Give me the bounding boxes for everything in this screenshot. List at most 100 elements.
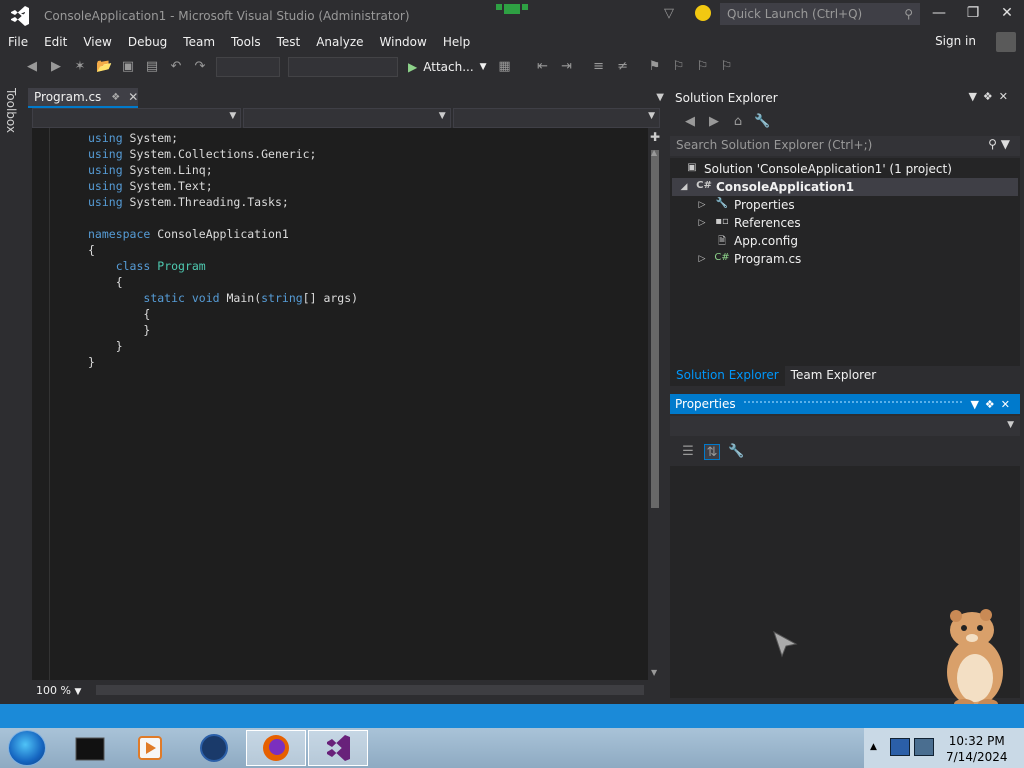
navigate-back-icon[interactable]: ◀ xyxy=(24,59,40,75)
back-icon[interactable]: ◀ xyxy=(682,114,698,130)
code-token: void xyxy=(191,291,220,305)
scroll-down-icon[interactable]: ▼ xyxy=(651,668,657,677)
navigate-forward-icon[interactable]: ▶ xyxy=(48,59,64,75)
menu-tools[interactable]: Tools xyxy=(223,35,269,49)
tab-program-cs[interactable]: Program.cs ❖ ✕ xyxy=(28,88,138,108)
clear-bookmarks-icon[interactable]: ⚐ xyxy=(719,59,735,75)
code-line: } xyxy=(88,338,358,354)
solution-configuration-combo[interactable] xyxy=(216,57,280,77)
close-icon[interactable]: ✕ xyxy=(128,90,138,104)
tree-item-app-config[interactable]: 🗎 App.config xyxy=(714,232,798,250)
menu-edit[interactable]: Edit xyxy=(36,35,75,49)
taskbar-clock[interactable]: 10:32 PM 7/14/2024 xyxy=(946,733,1008,765)
solution-platform-combo[interactable] xyxy=(288,57,398,77)
csharp-file-icon: C# xyxy=(714,252,730,263)
code-text[interactable]: using System; using System.Collections.Ge… xyxy=(88,130,358,370)
code-token: using xyxy=(88,179,123,193)
tree-item-solution[interactable]: ▣ Solution 'ConsoleApplication1' (1 proj… xyxy=(684,160,952,178)
feedback-smiley-icon[interactable] xyxy=(695,5,711,21)
start-button[interactable] xyxy=(8,730,46,766)
bookmark-icon[interactable]: ⚑ xyxy=(647,59,663,75)
code-token: } xyxy=(88,355,95,369)
alphabetical-icon[interactable]: ⇅ xyxy=(704,444,720,460)
new-project-icon[interactable]: ✶ xyxy=(72,59,88,75)
solution-explorer-header: Solution Explorer ▼❖✕ xyxy=(670,88,1020,108)
align-right-icon[interactable]: ⇥ xyxy=(559,59,575,75)
home-icon[interactable]: ⌂ xyxy=(730,114,746,130)
properties-object-combo[interactable]: ▼ xyxy=(670,416,1020,436)
expand-icon[interactable]: ▷ xyxy=(696,200,708,210)
properties-title: Properties xyxy=(675,397,736,411)
filter-icon[interactable]: ▽ xyxy=(664,6,678,22)
code-line: namespace ConsoleApplication1 xyxy=(88,226,358,242)
redo-icon[interactable]: ↷ xyxy=(192,59,208,75)
next-bookmark-icon[interactable]: ⚐ xyxy=(695,59,711,75)
categorized-icon[interactable]: ☰ xyxy=(680,444,696,460)
undo-icon[interactable]: ↶ xyxy=(168,59,184,75)
menu-debug[interactable]: Debug xyxy=(120,35,175,49)
save-all-icon[interactable]: ▤ xyxy=(144,59,160,75)
tree-item-project[interactable]: ◢ C# ConsoleApplication1 xyxy=(672,178,1018,196)
editor-horizontal-scrollbar[interactable] xyxy=(96,685,644,695)
comment-lines-icon[interactable]: ≡ xyxy=(591,59,607,75)
expand-icon[interactable]: ▷ xyxy=(696,254,708,264)
menu-team[interactable]: Team xyxy=(175,35,223,49)
menu-analyze[interactable]: Analyze xyxy=(308,35,371,49)
prev-bookmark-icon[interactable]: ⚐ xyxy=(671,59,687,75)
tree-item-properties[interactable]: ▷ 🔧 Properties xyxy=(696,196,795,214)
menu-view[interactable]: View xyxy=(75,35,119,49)
open-file-icon[interactable]: 📂 xyxy=(96,59,112,75)
zoom-combo[interactable]: 100 % ▼ xyxy=(32,684,94,697)
close-button[interactable]: ✕ xyxy=(994,5,1020,25)
menu-test[interactable]: Test xyxy=(269,35,309,49)
align-left-icon[interactable]: ⇤ xyxy=(535,59,551,75)
solution-explorer-search-input[interactable]: Search Solution Explorer (Ctrl+;) ⚲ ▼ xyxy=(670,136,1020,156)
property-pages-wrench-icon[interactable]: 🔧 xyxy=(728,444,744,460)
visual-studio-icon xyxy=(327,735,350,761)
tab-dropdown-icon[interactable]: ▼ xyxy=(656,92,664,103)
sign-in-link[interactable]: Sign in xyxy=(935,34,976,48)
taskbar-media-player-app[interactable] xyxy=(120,730,180,766)
forward-icon[interactable]: ▶ xyxy=(706,114,722,130)
scroll-up-icon[interactable]: ▲ xyxy=(651,148,657,157)
play-icon: ▶ xyxy=(408,60,418,74)
type-combo[interactable]: ▼ xyxy=(243,108,451,128)
code-line: using System.Threading.Tasks; xyxy=(88,194,358,210)
find-in-files-icon[interactable]: ▦ xyxy=(497,59,513,75)
account-icon[interactable] xyxy=(996,32,1016,52)
tab-solution-explorer[interactable]: Solution Explorer xyxy=(670,366,785,386)
project-combo[interactable]: ▼ xyxy=(32,108,242,128)
volume-icon[interactable] xyxy=(914,738,934,756)
code-token: using xyxy=(88,147,123,161)
menu-help[interactable]: Help xyxy=(435,35,478,49)
minimize-button[interactable]: — xyxy=(926,5,952,25)
network-icon[interactable] xyxy=(890,738,910,756)
zoom-value: 100 % xyxy=(36,683,71,697)
restore-button[interactable]: ❐ xyxy=(960,5,986,25)
pin-icon[interactable]: ❖ xyxy=(111,92,120,103)
tree-item-references[interactable]: ▷ ▪▫ References xyxy=(696,214,801,232)
menu-window[interactable]: Window xyxy=(372,35,435,49)
uncomment-lines-icon[interactable]: ≠ xyxy=(615,59,631,75)
scrollbar-thumb[interactable] xyxy=(651,150,659,508)
solution-icon: ▣ xyxy=(687,162,697,173)
member-combo[interactable]: ▼ xyxy=(452,108,660,128)
menu-file[interactable]: File xyxy=(0,35,36,49)
panel-controls[interactable]: ▼❖✕ xyxy=(968,90,1014,103)
save-icon[interactable]: ▣ xyxy=(120,59,136,75)
taskbar-visual-studio-app[interactable] xyxy=(308,730,368,766)
show-hidden-icons-icon[interactable]: ▲ xyxy=(870,742,877,752)
collapse-icon[interactable]: ◢ xyxy=(678,182,690,192)
taskbar-firefox-app[interactable] xyxy=(246,730,306,766)
split-window-icon[interactable]: ✚ xyxy=(648,130,662,144)
properties-wrench-icon[interactable]: 🔧 xyxy=(754,114,770,130)
tree-item-program-cs[interactable]: ▷ C# Program.cs xyxy=(696,250,802,268)
tab-team-explorer[interactable]: Team Explorer xyxy=(785,366,883,386)
quick-launch-input[interactable]: Quick Launch (Ctrl+Q) ⚲ xyxy=(720,3,920,25)
expand-icon[interactable]: ▷ xyxy=(696,218,708,228)
panel-controls[interactable]: ▼❖✕ xyxy=(970,398,1016,411)
taskbar-terminal-app[interactable] xyxy=(60,730,120,766)
taskbar-browser-app[interactable] xyxy=(184,730,244,766)
attach-button[interactable]: ▶ Attach... ▼ xyxy=(408,60,487,74)
toolbox-tab[interactable]: Toolbox xyxy=(4,88,18,133)
